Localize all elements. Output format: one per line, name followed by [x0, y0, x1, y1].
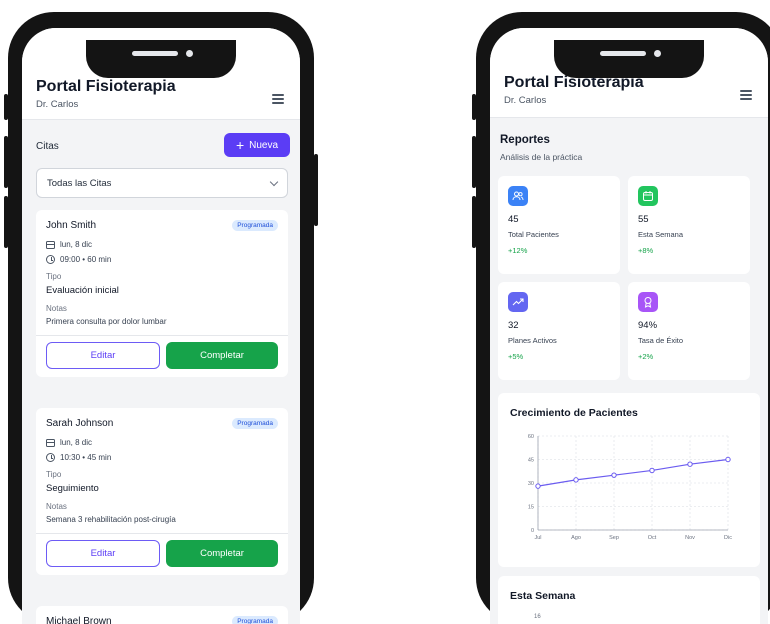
stat-change: +5% [508, 352, 524, 361]
status-badge: Programada [232, 616, 278, 624]
phone-side-button [4, 136, 8, 188]
appointment-filter-select[interactable]: Todas las Citas [36, 168, 288, 198]
x-tick-label: Dic [724, 535, 732, 541]
stat-change: +8% [638, 246, 654, 255]
line-chart: 0 15 30 45 60 Jul Ago Sep Oct Nov Dic [528, 434, 732, 541]
app-user: Dr. Carlos [36, 99, 79, 110]
filter-selected-value: Todas las Citas [47, 177, 112, 189]
award-icon [638, 292, 658, 312]
type-label: Tipo [46, 272, 62, 281]
complete-button[interactable]: Completar [166, 540, 278, 567]
calendar-icon [638, 186, 658, 206]
y-tick-label: 60 [528, 434, 534, 440]
status-badge: Programada [232, 220, 278, 231]
stat-value: 45 [508, 214, 519, 225]
stat-label: Planes Activos [508, 336, 557, 345]
series-line [537, 458, 729, 487]
phone-side-button [314, 154, 318, 226]
appointment-date: lun, 8 dic [60, 438, 93, 447]
y-tick-label: 45 [528, 458, 534, 464]
users-icon [508, 186, 528, 206]
y-tick-label: 15 [528, 505, 534, 511]
phone-notch [554, 40, 704, 78]
weekly-chart-card: Esta Semana 16 [498, 576, 760, 624]
patient-growth-chart: Crecimiento de Pacientes 0 15 30 45 60 Jul Ago… [498, 393, 760, 567]
y-tick-label: 0 [531, 528, 534, 534]
calendar-icon [46, 438, 55, 447]
weekly-chart-title: Esta Semana [510, 590, 576, 602]
x-tick-label: Jul [534, 535, 541, 541]
stat-value: 55 [638, 214, 649, 225]
clock-icon [46, 255, 55, 264]
appointment-card: John Smith Programada lun, 8 dic 09:00 •… [36, 210, 288, 377]
stat-label: Esta Semana [638, 230, 684, 239]
page-subtitle: Análisis de la práctica [500, 152, 583, 162]
status-badge: Programada [232, 418, 278, 429]
phone-screen: Portal Fisioterapia Dr. Carlos Reportes … [490, 28, 768, 624]
edit-button[interactable]: Editar [46, 342, 160, 369]
appointment-card: Sarah Johnson Programada lun, 8 dic 10:3… [36, 408, 288, 575]
stat-card-success-rate: 94% Tasa de Éxito +2% [628, 282, 750, 380]
stat-card-active-plans: 32 Planes Activos +5% [498, 282, 620, 380]
x-tick-label: Ago [571, 535, 581, 541]
chevron-down-icon [269, 177, 279, 186]
phone-side-button [472, 136, 476, 188]
data-point [687, 461, 693, 467]
stat-change: +2% [638, 352, 654, 361]
data-point [611, 472, 617, 478]
edit-button[interactable]: Editar [46, 540, 160, 567]
plus-icon: + [235, 137, 245, 153]
stat-value: 32 [508, 320, 519, 331]
x-tick-label: Sep [609, 535, 619, 541]
data-point [535, 483, 541, 489]
y-tick-label: 16 [534, 614, 541, 620]
menu-icon[interactable] [740, 90, 752, 100]
clock-icon [46, 453, 55, 462]
app-title: Portal Fisioterapia [36, 78, 176, 95]
phone-side-button [472, 196, 476, 248]
stat-change: +12% [508, 246, 528, 255]
phone-frame-appointments: Portal Fisioterapia Dr. Carlos Citas + N… [4, 12, 318, 624]
data-point [649, 467, 655, 474]
trending-up-icon [508, 292, 528, 312]
complete-button[interactable]: Completar [166, 342, 278, 369]
appointment-time: 10:30 • 45 min [60, 453, 112, 462]
phone-frame-reports: Portal Fisioterapia Dr. Carlos Reportes … [472, 12, 770, 624]
stat-value: 94% [638, 320, 658, 331]
data-point [725, 456, 731, 463]
page-title: Reportes [500, 134, 550, 146]
appointment-date: lun, 8 dic [60, 240, 93, 249]
app-user: Dr. Carlos [504, 95, 547, 106]
appointment-type: Seguimiento [46, 483, 99, 494]
phone-side-button [4, 94, 8, 120]
type-label: Tipo [46, 470, 62, 479]
stat-label: Total Pacientes [508, 230, 559, 239]
appointment-time: 09:00 • 60 min [60, 255, 112, 264]
stat-card-total-patients: 45 Total Pacientes +12% [498, 176, 620, 274]
x-tick-label: Oct [648, 535, 657, 541]
phone-side-button [472, 94, 476, 120]
calendar-icon [46, 240, 55, 249]
y-tick-label: 30 [528, 481, 534, 487]
phone-side-button [4, 196, 8, 248]
phone-screen: Portal Fisioterapia Dr. Carlos Citas + N… [22, 28, 300, 624]
new-appointment-button[interactable]: + Nueva [224, 133, 290, 157]
x-tick-label: Nov [685, 535, 695, 541]
data-point [573, 477, 579, 483]
appointment-card: Michael Brown Programada [36, 606, 288, 624]
appointment-type: Evaluación inicial [46, 285, 119, 296]
stat-label: Tasa de Éxito [638, 336, 684, 345]
new-appointment-label: Nueva [249, 139, 279, 151]
notes-label: Notas [46, 502, 67, 511]
appointment-notes: Primera consulta por dolor lumbar [46, 317, 167, 326]
appointment-notes: Semana 3 rehabilitación post-cirugía [46, 515, 176, 524]
notes-label: Notas [46, 304, 67, 313]
section-label: Citas [36, 141, 59, 152]
phone-notch [86, 40, 236, 78]
menu-icon[interactable] [272, 94, 284, 104]
stat-card-this-week: 55 Esta Semana +8% [628, 176, 750, 274]
